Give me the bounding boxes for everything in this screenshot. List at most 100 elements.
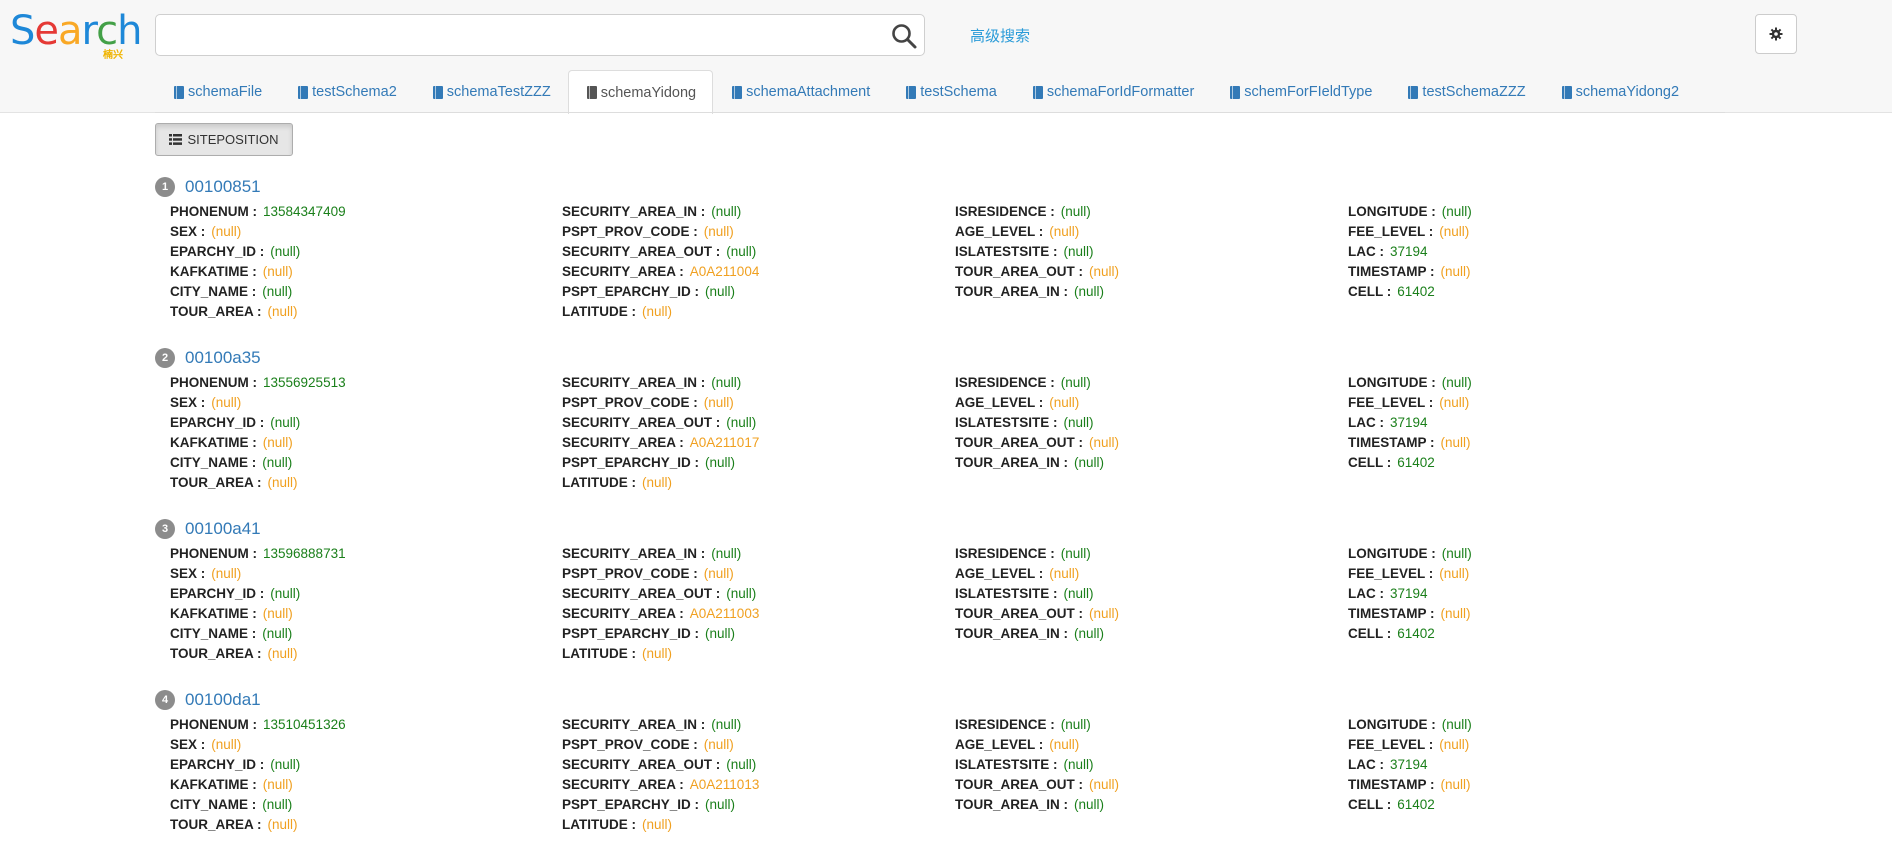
schema-tabs: schemaFile testSchema2 schemaTestZZZ schema… [155,70,1696,114]
field-row: AGE_LEVEL : (null) [955,735,1119,755]
field-value: (null) [1063,244,1094,259]
field-value: (null) [1049,737,1080,752]
field-label: KAFKATIME : [170,777,257,792]
field-value: (null) [262,777,293,792]
field-row: LATITUDE : (null) [562,815,759,835]
tab-testSchema[interactable]: testSchema [887,70,1014,113]
field-row: TIMESTAMP : (null) [1348,262,1472,282]
record-id-link[interactable]: 00100a41 [185,519,261,539]
field-label: EPARCHY_ID : [170,757,265,772]
field-value: (null) [262,455,293,470]
tab-schemaYidong2[interactable]: schemaYidong2 [1543,70,1696,113]
field-row: ISRESIDENCE : (null) [955,373,1119,393]
field-label: PSPT_PROV_CODE : [562,737,698,752]
field-label: SEX : [170,566,206,581]
field-value: (null) [1089,264,1120,279]
tab-label: testSchemaZZZ [1422,84,1526,100]
field-row: SEX : (null) [170,222,346,242]
field-label: FEE_LEVEL : [1348,566,1434,581]
field-value: (null) [726,415,757,430]
tab-schemForFIeldType[interactable]: schemForFIeldType [1211,70,1389,113]
field-row: ISLATESTSITE : (null) [955,584,1119,604]
field-value: (null) [703,737,734,752]
tab-label: testSchema [920,84,997,100]
field-row: LONGITUDE : (null) [1348,715,1472,735]
field-row: TOUR_AREA_OUT : (null) [955,433,1119,453]
search-input[interactable] [156,15,856,55]
tab-label: schemaForIdFormatter [1046,84,1195,100]
field-row: LAC : 37194 [1348,242,1472,262]
siteposition-label: SITEPOSITION [187,132,279,147]
magnifier-icon [892,24,917,49]
tab-testSchemaZZZ[interactable]: testSchemaZZZ [1389,70,1542,113]
field-value: (null) [1074,797,1105,812]
tab-label: schemForFIeldType [1244,84,1373,100]
field-label: LATITUDE : [562,646,636,661]
field-value: (null) [211,395,242,410]
field-label: SECURITY_AREA_OUT : [562,415,721,430]
field-label: AGE_LEVEL : [955,566,1044,581]
tab-schemaAttachment[interactable]: schemaAttachment [713,70,887,113]
field-row: TOUR_AREA_IN : (null) [955,453,1119,473]
field-value: (null) [726,586,757,601]
gear-icon [1769,27,1783,41]
field-label: TOUR_AREA_OUT : [955,264,1084,279]
field-value: (null) [1049,566,1080,581]
field-label: FEE_LEVEL : [1348,737,1434,752]
siteposition-button[interactable]: SITEPOSITION [155,123,293,156]
field-value: 13584347409 [263,204,346,219]
top-header: Search 楠兴 高级搜索 schemaFile testSchema2 sc… [0,0,1892,114]
field-row: CITY_NAME : (null) [170,624,346,644]
field-value: (null) [1440,264,1471,279]
field-row: CITY_NAME : (null) [170,795,346,815]
book-icon [1561,85,1572,99]
field-label: SEX : [170,224,206,239]
tab-schemaForIdFormatter[interactable]: schemaForIdFormatter [1014,70,1211,113]
field-row: SECURITY_AREA_OUT : (null) [562,755,759,775]
record-fields: PHONENUM :13584347409 SEX : (null) EPARCHY_… [170,202,1715,327]
field-label: TIMESTAMP : [1348,606,1435,621]
field-row: EPARCHY_ID : (null) [170,584,346,604]
tab-label: schemaAttachment [746,84,871,100]
settings-button[interactable] [1755,14,1797,54]
field-row: CELL : 61402 [1348,282,1472,302]
advanced-search-link[interactable]: 高级搜索 [970,25,1030,46]
field-label: ISRESIDENCE : [955,375,1055,390]
tab-schemaFile[interactable]: schemaFile [155,70,279,113]
field-row: CELL : 61402 [1348,453,1472,473]
search-button[interactable] [890,22,918,50]
field-row: ISLATESTSITE : (null) [955,242,1119,262]
field-row: CELL : 61402 [1348,624,1472,644]
field-label: ISRESIDENCE : [955,546,1055,561]
field-label: LATITUDE : [562,817,636,832]
record-id-link[interactable]: 00100a35 [185,348,261,368]
tab-label: schemaFile [188,84,263,100]
field-label: SECURITY_AREA_IN : [562,546,706,561]
field-value: 61402 [1397,284,1435,299]
field-row: FEE_LEVEL : (null) [1348,735,1472,755]
field-label: KAFKATIME : [170,435,257,450]
field-value: (null) [1440,777,1471,792]
search-logo[interactable]: Search 楠兴 [10,8,142,61]
record-fields: PHONENUM :13596888731 SEX : (null) EPARCHY_… [170,544,1715,669]
field-value: (null) [262,264,293,279]
field-column: PHONENUM :13510451326 SEX : (null) EPARCHY_… [170,715,346,835]
tab-schemaYidong[interactable]: schemaYidong [567,70,714,114]
record-id-link[interactable]: 00100da1 [185,690,261,710]
tab-testSchema2[interactable]: testSchema2 [279,70,414,113]
field-label: LAC : [1348,244,1384,259]
result-record: 3 00100a41 PHONENUM : 13596888731 SEX : (null… [155,514,1715,669]
result-record: 2 00100a35 PHONENUM : 13556925513 SEX : (null… [155,343,1715,498]
tab-schemaTestZZZ[interactable]: schemaTestZZZ [414,70,568,113]
field-label: PSPT_PROV_CODE : [562,395,698,410]
field-label: TOUR_AREA : [170,646,262,661]
field-label: LATITUDE : [562,475,636,490]
field-row: SECURITY_AREA_OUT : (null) [562,242,759,262]
field-row: CELL : 61402 [1348,795,1472,815]
field-row: SEX : (null) [170,393,346,413]
field-row: EPARCHY_ID : (null) [170,755,346,775]
record-id-link[interactable]: 00100851 [185,177,261,197]
field-row: CITY_NAME : (null) [170,453,346,473]
field-label: SECURITY_AREA : [562,606,684,621]
field-column: ISRESIDENCE : (null) AGE_LEVEL : (null) ISLA… [955,715,1119,815]
